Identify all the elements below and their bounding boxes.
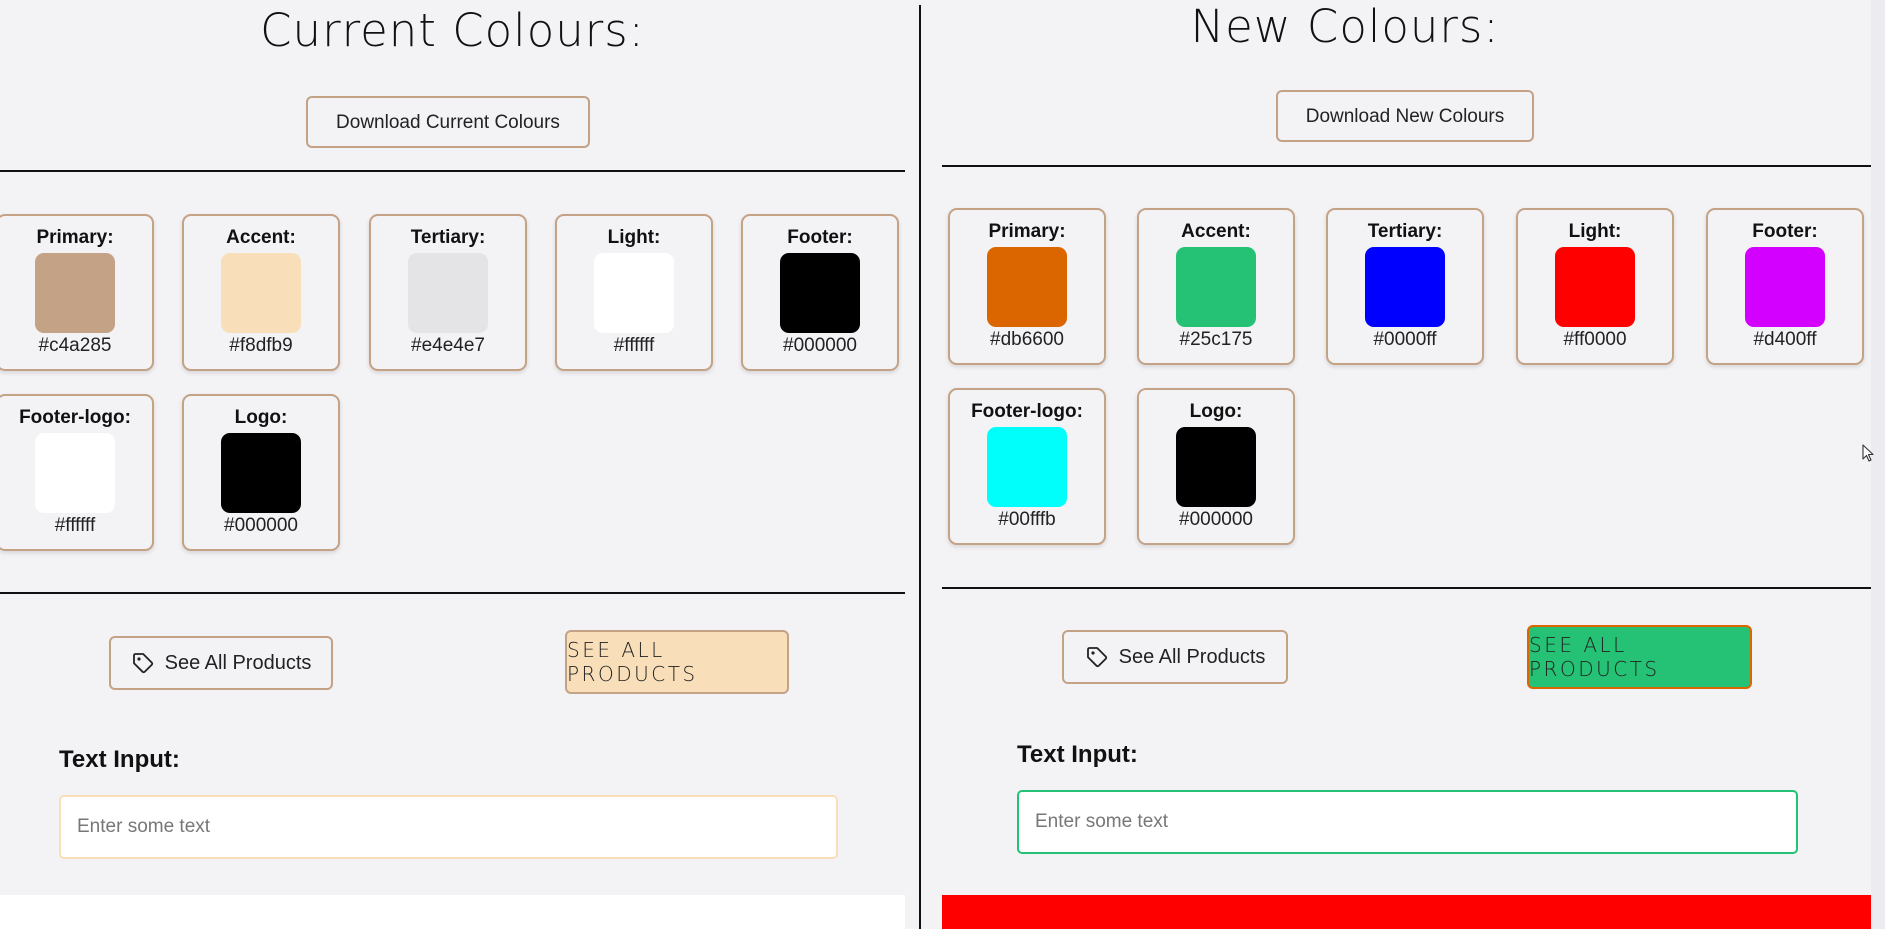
swatch-card-tertiary: Tertiary: #0000ff	[1326, 208, 1484, 365]
see-all-products-label: See All Products	[1118, 645, 1266, 668]
color-swatch	[780, 253, 860, 333]
swatch-card-logo: Logo: #000000	[182, 394, 340, 551]
swatch-hex: #ff0000	[1563, 329, 1627, 350]
see-all-products-label: See All Products	[164, 651, 312, 674]
color-swatch	[35, 433, 115, 513]
text-input-field[interactable]	[1017, 790, 1798, 854]
new-colours-panel: New Colours: Download New Colours Primar…	[942, 0, 1871, 929]
current-colours-panel: Current Colours: Download Current Colour…	[0, 0, 905, 929]
swatch-label: Accent:	[1181, 221, 1251, 242]
swatch-label: Footer:	[787, 227, 853, 248]
download-current-colours-button[interactable]: Download Current Colours	[306, 96, 590, 148]
color-swatch	[594, 253, 674, 333]
color-swatch	[1176, 247, 1256, 327]
swatch-hex: #ffffff	[54, 515, 96, 536]
text-input-label: Text Input:	[59, 746, 180, 773]
color-swatch	[1365, 247, 1445, 327]
swatch-card-light: Light: #ffffff	[555, 214, 713, 371]
swatch-card-primary: Primary: #db6600	[948, 208, 1106, 365]
swatch-hex: #db6600	[990, 329, 1064, 350]
swatch-card-light: Light: #ff0000	[1516, 208, 1674, 365]
see-all-products-accent-button[interactable]: SEE ALL PRODUCTS	[1527, 625, 1752, 689]
swatch-label: Footer-logo:	[971, 401, 1083, 422]
tag-icon	[132, 653, 153, 674]
swatch-label: Footer:	[1752, 221, 1818, 242]
see-all-products-accent-button[interactable]: SEE ALL PRODUCTS	[565, 630, 789, 694]
swatch-card-footer: Footer: #d400ff	[1706, 208, 1864, 365]
swatch-label: Footer-logo:	[19, 407, 131, 428]
mouse-pointer-icon	[1862, 444, 1874, 462]
footer-strip	[942, 895, 1871, 929]
swatch-label: Logo:	[1189, 401, 1243, 422]
swatch-card-footer-logo: Footer-logo: #ffffff	[0, 394, 154, 551]
swatch-hex: #000000	[1179, 509, 1253, 530]
swatch-hex: #e4e4e7	[411, 335, 485, 356]
text-input-field[interactable]	[59, 795, 838, 859]
swatch-label: Primary:	[36, 227, 114, 248]
current-colours-title: Current Colours:	[260, 4, 645, 57]
color-swatch	[1555, 247, 1635, 327]
color-swatch	[1745, 247, 1825, 327]
scrollbar[interactable]	[1871, 0, 1885, 929]
swatch-hex: #00fffb	[998, 509, 1056, 530]
swatch-card-logo: Logo: #000000	[1137, 388, 1295, 545]
color-swatch	[221, 253, 301, 333]
swatch-label: Tertiary:	[410, 227, 486, 248]
tag-icon	[1086, 647, 1107, 668]
download-new-colours-button[interactable]: Download New Colours	[1276, 90, 1534, 142]
color-swatch	[987, 247, 1067, 327]
color-swatch	[987, 427, 1067, 507]
footer-strip	[0, 895, 905, 929]
text-input-label: Text Input:	[1017, 741, 1138, 768]
swatch-card-footer-logo: Footer-logo: #00fffb	[948, 388, 1106, 545]
swatch-hex: #0000ff	[1373, 329, 1437, 350]
section-divider	[0, 592, 905, 594]
swatch-label: Light:	[1568, 221, 1622, 242]
swatch-card-footer: Footer: #000000	[741, 214, 899, 371]
color-swatch	[221, 433, 301, 513]
swatch-hex: #f8dfb9	[229, 335, 293, 356]
swatch-card-accent: Accent: #25c175	[1137, 208, 1295, 365]
new-colours-title: New Colours:	[1190, 0, 1500, 53]
swatch-hex: #c4a285	[38, 335, 112, 356]
swatch-label: Light:	[607, 227, 661, 248]
color-swatch	[408, 253, 488, 333]
swatch-label: Logo:	[234, 407, 288, 428]
swatch-card-tertiary: Tertiary: #e4e4e7	[369, 214, 527, 371]
color-swatch	[35, 253, 115, 333]
swatch-hex: #25c175	[1179, 329, 1253, 350]
swatch-hex: #ffffff	[613, 335, 655, 356]
swatch-label: Primary:	[988, 221, 1066, 242]
swatch-label: Tertiary:	[1367, 221, 1443, 242]
swatch-hex: #000000	[783, 335, 857, 356]
section-divider	[942, 165, 1871, 167]
section-divider	[942, 587, 1871, 589]
see-all-products-button[interactable]: See All Products	[109, 636, 333, 690]
swatch-label: Accent:	[226, 227, 296, 248]
swatch-hex: #d400ff	[1753, 329, 1817, 350]
panel-divider	[919, 5, 921, 929]
see-all-products-button[interactable]: See All Products	[1062, 630, 1288, 684]
color-swatch	[1176, 427, 1256, 507]
section-divider	[0, 170, 905, 172]
swatch-card-primary: Primary: #c4a285	[0, 214, 154, 371]
swatch-card-accent: Accent: #f8dfb9	[182, 214, 340, 371]
swatch-hex: #000000	[224, 515, 298, 536]
